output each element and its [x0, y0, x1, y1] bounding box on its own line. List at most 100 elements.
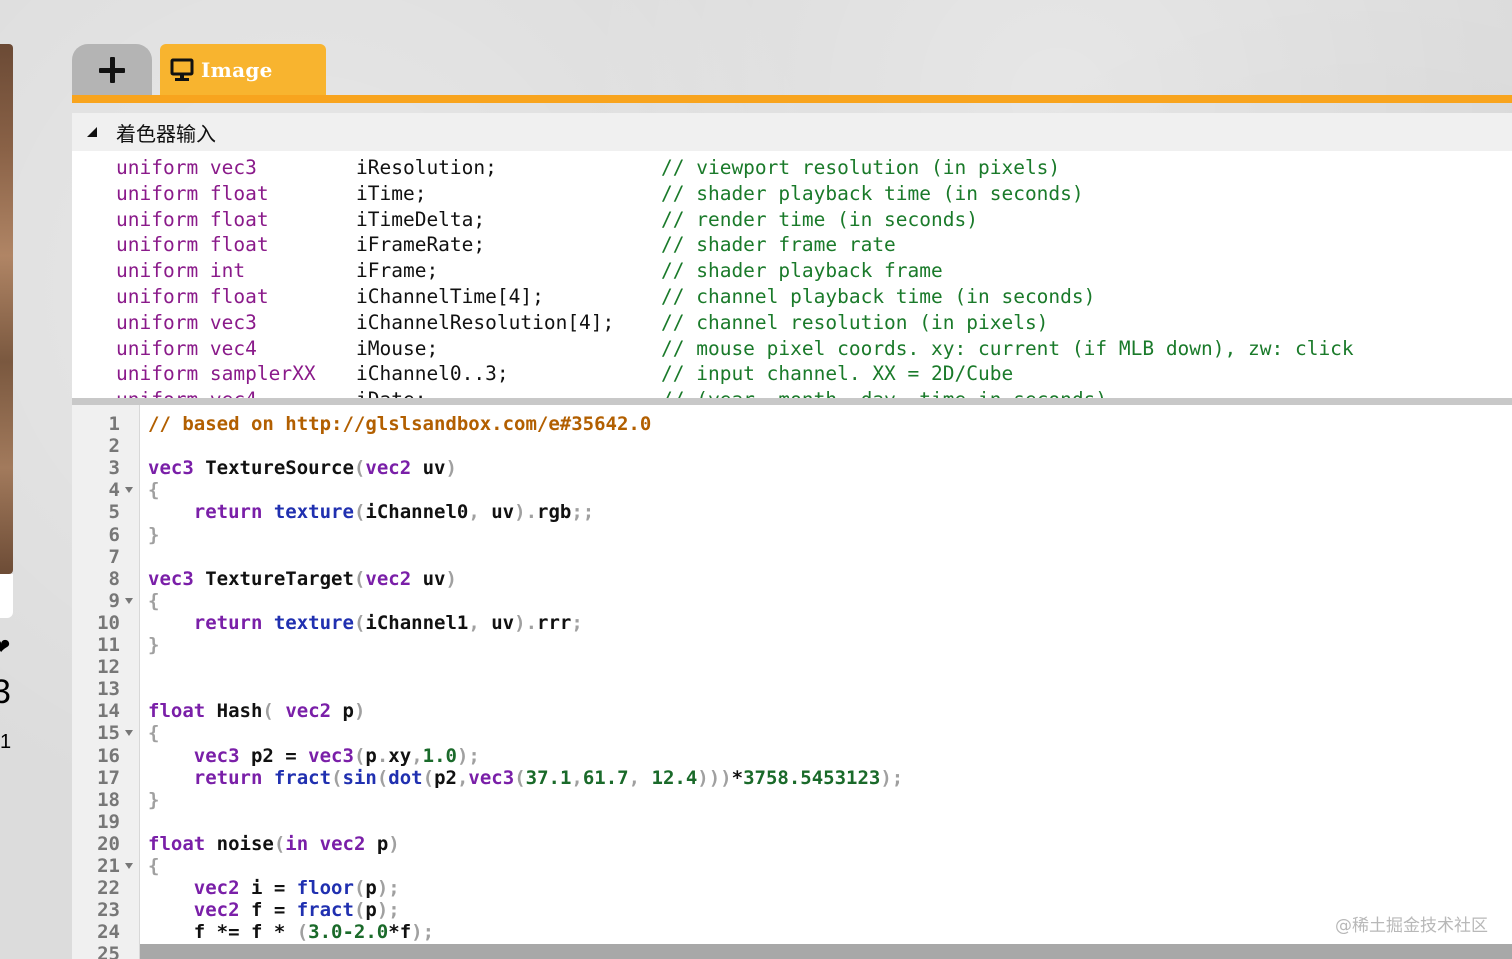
- line-number: 12: [97, 656, 120, 679]
- code-token: ): [388, 832, 400, 855]
- code-token: texture: [273, 611, 354, 634]
- code-token: texture: [273, 501, 354, 524]
- code-token: ;;: [571, 501, 595, 524]
- panel-divider[interactable]: [72, 398, 1512, 405]
- code-text: return texture(iChannel1, uv).rrr;: [148, 612, 583, 634]
- code-line[interactable]: 7: [72, 546, 1512, 568]
- line-number: 4: [108, 479, 120, 502]
- code-text: return fract(sin(dot(p2,vec3(37.1,61.7, …: [148, 767, 903, 789]
- tab-image[interactable]: Image: [160, 44, 326, 96]
- code-line[interactable]: 14 float Hash( vec2 p): [72, 700, 1512, 722]
- code-line[interactable]: 4{: [72, 479, 1512, 501]
- code-line[interactable]: 2: [72, 435, 1512, 457]
- code-token: ,: [468, 501, 480, 524]
- code-token: return: [193, 501, 263, 524]
- code-token: ): [445, 567, 457, 590]
- code-token: {: [148, 722, 160, 745]
- input-comment: // render time (in seconds): [661, 207, 978, 231]
- code-token: vec2: [365, 567, 412, 590]
- add-tab-button[interactable]: [72, 44, 152, 96]
- code-line[interactable]: 15 {: [72, 722, 1512, 744]
- code-token: Hash: [205, 700, 263, 723]
- code-line[interactable]: 13: [72, 678, 1512, 700]
- input-comment: // channel resolution (in pixels): [661, 310, 1049, 334]
- line-number: 13: [97, 678, 120, 701]
- code-token: 3758.5453123: [743, 766, 881, 789]
- code-line[interactable]: 8 vec3 TextureTarget(vec2 uv): [72, 568, 1512, 590]
- code-line[interactable]: 12: [72, 656, 1512, 678]
- code-line[interactable]: 10 return texture(iChannel1, uv).rrr;: [72, 612, 1512, 634]
- line-number: 24: [97, 921, 120, 944]
- code-line[interactable]: 20 float noise(in vec2 p): [72, 833, 1512, 855]
- code-token: xy: [388, 744, 412, 767]
- code-line[interactable]: 21 {: [72, 855, 1512, 877]
- code-token: vec3: [308, 744, 354, 767]
- line-number: 5: [108, 501, 120, 524]
- fold-arrow-icon[interactable]: [124, 596, 134, 606]
- code-token: 12.4: [651, 766, 698, 789]
- code-token: vec2: [193, 899, 240, 922]
- code-token: (: [353, 567, 366, 590]
- code-line[interactable]: 19: [72, 811, 1512, 833]
- code-token: (: [514, 766, 526, 789]
- code-line[interactable]: 3 vec3 TextureSource(vec2 uv): [72, 457, 1512, 479]
- code-token: p: [365, 899, 377, 922]
- heart-icon[interactable]: ❤: [0, 636, 12, 660]
- code-token: 61.7: [582, 766, 629, 789]
- code-line[interactable]: 22 vec2 i = floor(p);: [72, 877, 1512, 899]
- code-token: ;: [571, 611, 583, 634]
- code-line[interactable]: 24 f *= f * (3.0-2.0*f);: [72, 921, 1512, 943]
- preview-card-edge: [0, 574, 13, 618]
- code-line[interactable]: 9{: [72, 590, 1512, 612]
- shader-inputs-body: uniform vec3 iResolution; // viewport reso…: [72, 151, 1512, 398]
- fold-arrow-icon[interactable]: [124, 728, 134, 738]
- fold-arrow-icon[interactable]: [124, 861, 134, 871]
- code-token: dot: [388, 766, 423, 789]
- shader-inputs-header[interactable]: 着色器输入: [72, 113, 1512, 151]
- watermark: @稀土掘金技术社区: [1335, 916, 1488, 936]
- line-number: 22: [97, 877, 120, 900]
- line-number: 9: [108, 589, 120, 612]
- code-token: (: [353, 877, 366, 900]
- code-token: ,: [468, 611, 480, 634]
- code-token: vec2: [365, 457, 412, 480]
- code-text: vec3 TextureTarget(vec2 uv): [148, 568, 457, 590]
- code-text: // based on http://glslsandbox.com/e#356…: [148, 413, 651, 435]
- input-comment: // shader playback time (in seconds): [661, 181, 1084, 205]
- code-token: float: [148, 832, 206, 855]
- code-line[interactable]: 11}: [72, 634, 1512, 656]
- code-token: vec3: [193, 744, 240, 767]
- plus-icon: [99, 57, 125, 83]
- code-editor[interactable]: 1 // based on http://glslsandbox.com/e#35…: [72, 405, 1512, 959]
- code-line[interactable]: 16 vec3 p2 = vec3(p.xy,1.0);: [72, 745, 1512, 767]
- input-comment: // (year, month, day, time in seconds): [661, 387, 1107, 398]
- fold-arrow-icon[interactable]: [124, 485, 134, 495]
- code-token: iChannel1: [365, 611, 469, 634]
- code-line[interactable]: 5 return texture(iChannel0, uv).rgb;;: [72, 501, 1512, 523]
- input-comment: // shader playback frame: [661, 259, 943, 283]
- input-comment: // viewport resolution (in pixels): [661, 156, 1061, 179]
- collapse-triangle-icon: [87, 127, 97, 137]
- code-line[interactable]: 1 // based on http://glslsandbox.com/e#35…: [72, 413, 1512, 435]
- code-token: );: [880, 766, 904, 789]
- code-token: p: [365, 877, 377, 900]
- code-token: return: [193, 611, 263, 634]
- code-token: iChannel0: [365, 501, 469, 524]
- code-line[interactable]: 6}: [72, 524, 1512, 546]
- code-line[interactable]: 18}: [72, 789, 1512, 811]
- code-token: vec2: [193, 877, 240, 900]
- tab-bar-underline: [72, 95, 1512, 103]
- input-type: uniform vec3: [116, 156, 257, 179]
- horizontal-scrollbar[interactable]: [140, 944, 1512, 959]
- code-token: (: [262, 700, 274, 723]
- line-number: 16: [97, 744, 120, 767]
- code-line[interactable]: 17 return fract(sin(dot(p2,vec3(37.1,61.…: [72, 767, 1512, 789]
- code-text: f *= f * (3.0-2.0*f);: [148, 921, 434, 943]
- code-line[interactable]: 23 vec2 f = fract(p);: [72, 899, 1512, 921]
- code-text: vec2 f = fract(p);: [148, 899, 400, 921]
- code-token: );: [411, 921, 435, 944]
